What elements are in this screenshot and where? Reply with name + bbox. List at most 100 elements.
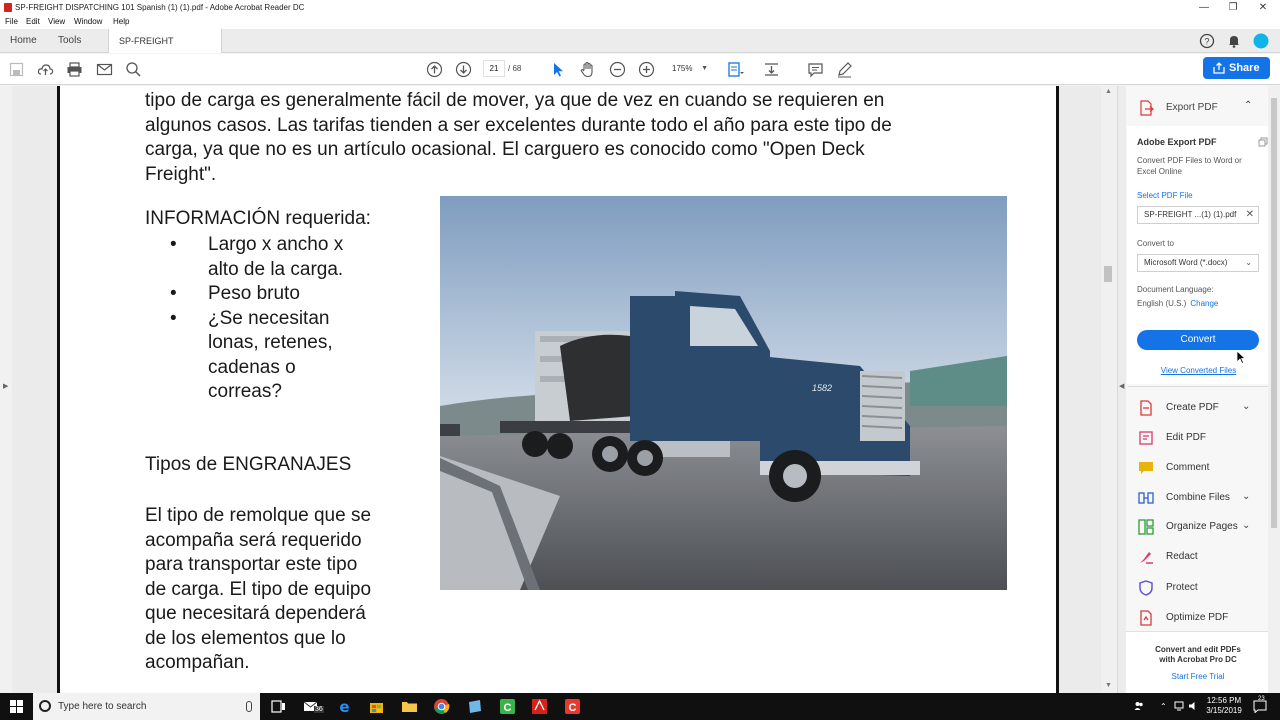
- show-hidden-icons-icon[interactable]: ⌃: [1160, 693, 1167, 720]
- tab-document[interactable]: SP-FREIGHT DISPA...×: [108, 29, 222, 70]
- document-viewport[interactable]: ▶ tipo de carga es generalmente fácil de…: [0, 86, 1117, 693]
- tab-tools[interactable]: Tools: [48, 29, 91, 53]
- scrollbar-thumb[interactable]: [1104, 266, 1112, 282]
- scroll-up-icon[interactable]: ▲: [1105, 88, 1112, 95]
- bullet-item: • ¿Se necesitan lonas, retenes, cadenas …: [170, 307, 390, 405]
- find-search-icon[interactable]: [125, 61, 142, 78]
- minimize-button[interactable]: —: [1189, 0, 1219, 15]
- zoom-in-icon[interactable]: [638, 61, 655, 78]
- redact-icon: [1140, 552, 1153, 564]
- save-icon[interactable]: [8, 61, 25, 78]
- network-icon[interactable]: [1174, 701, 1184, 711]
- menu-view[interactable]: View: [48, 15, 65, 29]
- windows-start-icon[interactable]: [10, 700, 23, 713]
- scrollbar-thumb[interactable]: [1271, 98, 1277, 528]
- menu-edit[interactable]: Edit: [26, 15, 40, 29]
- gear-types-paragraph: El tipo de remolque que se acompaña será…: [145, 504, 415, 676]
- next-page-icon[interactable]: [455, 61, 472, 78]
- tool-protect[interactable]: Protect: [1138, 578, 1258, 598]
- start-free-trial-link[interactable]: Start Free Trial: [1126, 672, 1270, 681]
- help-icon[interactable]: ?: [1199, 33, 1215, 49]
- page-number-input[interactable]: 21: [483, 60, 505, 77]
- right-pane-toggle[interactable]: ◀: [1117, 86, 1126, 693]
- mail-badge: 36: [314, 706, 324, 713]
- zoom-out-icon[interactable]: [609, 61, 626, 78]
- convert-format-select[interactable]: Microsoft Word (*.docx) ⌄: [1137, 254, 1259, 272]
- copy-icon[interactable]: [1258, 137, 1268, 147]
- chevron-up-icon[interactable]: ⌃: [1244, 100, 1252, 111]
- flatbed-truck-photo: 1582: [440, 196, 1007, 590]
- comment-icon[interactable]: [807, 61, 824, 78]
- menu-help[interactable]: Help: [113, 15, 129, 29]
- user-avatar-icon[interactable]: [1253, 33, 1269, 49]
- acrobat-pro-promo: Convert and edit PDFs with Acrobat Pro D…: [1126, 631, 1270, 693]
- expand-left-pane-icon[interactable]: ▶: [3, 382, 8, 390]
- edge-browser-icon[interactable]: e: [336, 698, 353, 715]
- maximize-button[interactable]: ❐: [1218, 0, 1248, 15]
- hand-tool-icon[interactable]: [579, 61, 596, 78]
- share-button[interactable]: Share: [1203, 57, 1270, 79]
- page-view-icon[interactable]: [727, 61, 744, 78]
- email-icon[interactable]: [96, 61, 113, 78]
- taskbar-search-input[interactable]: Type here to search: [33, 693, 260, 720]
- tool-edit-pdf[interactable]: Edit PDF: [1138, 428, 1258, 448]
- system-clock[interactable]: 12:56 PM 3/15/2019: [1200, 696, 1248, 716]
- tool-create-pdf[interactable]: Create PDF ⌄: [1138, 398, 1258, 418]
- tool-label: Comment: [1166, 462, 1210, 473]
- movie-maker-icon[interactable]: [466, 698, 483, 715]
- chevron-down-icon[interactable]: ⌄: [1242, 491, 1250, 502]
- document-scrollbar[interactable]: ▲ ▼: [1101, 86, 1117, 693]
- highlight-pen-icon[interactable]: [836, 61, 853, 78]
- tool-label: Redact: [1166, 551, 1198, 562]
- people-icon[interactable]: [1134, 701, 1144, 711]
- view-converted-files-link[interactable]: View Converted Files: [1127, 366, 1270, 375]
- svg-text:e: e: [339, 698, 349, 715]
- left-nav-pane[interactable]: ▶: [0, 86, 12, 693]
- tab-home[interactable]: Home: [0, 29, 47, 53]
- clear-file-icon[interactable]: ✕: [1246, 207, 1254, 223]
- info-required-heading: INFORMACIÓN requerida:: [145, 208, 371, 229]
- acrobat-reader-icon[interactable]: [531, 698, 548, 715]
- close-window-button[interactable]: ✕: [1248, 0, 1278, 15]
- change-language-link[interactable]: Change: [1190, 299, 1218, 308]
- upload-cloud-icon[interactable]: [37, 61, 54, 78]
- tools-pane-scrollbar[interactable]: [1268, 86, 1280, 693]
- paragraph-line: de carga. El tipo de equipo: [145, 578, 372, 600]
- convert-button[interactable]: Convert: [1137, 330, 1259, 350]
- scroll-down-icon[interactable]: ▼: [1105, 682, 1112, 689]
- bullet-line: correas?: [208, 381, 282, 402]
- task-view-icon[interactable]: [270, 698, 287, 715]
- select-pdf-file-label[interactable]: Select PDF File: [1137, 191, 1193, 200]
- tool-label: Combine Files: [1166, 492, 1230, 503]
- tool-combine-files[interactable]: Combine Files ⌄: [1138, 488, 1258, 508]
- chevron-down-icon[interactable]: ⌄: [1242, 520, 1250, 531]
- collapse-right-pane-icon[interactable]: ◀: [1119, 382, 1124, 390]
- notifications-bell-icon[interactable]: [1226, 33, 1242, 49]
- store-icon[interactable]: [368, 698, 385, 715]
- microphone-icon[interactable]: [246, 701, 252, 712]
- comment-tool-icon: [1139, 462, 1153, 474]
- bullet-item: • Largo x ancho x alto de la carga.: [170, 233, 390, 282]
- previous-page-icon[interactable]: [426, 61, 443, 78]
- menu-file[interactable]: File: [5, 15, 18, 29]
- bullet-dot: •: [170, 283, 177, 304]
- menu-window[interactable]: Window: [74, 15, 102, 29]
- camtasia-icon[interactable]: C: [499, 698, 516, 715]
- scroll-mode-icon[interactable]: [763, 61, 780, 78]
- tool-comment[interactable]: Comment: [1138, 458, 1258, 478]
- volume-icon[interactable]: [1188, 701, 1198, 711]
- camtasia-recorder-icon[interactable]: C: [564, 698, 581, 715]
- chevron-down-icon[interactable]: ⌄: [1242, 401, 1250, 412]
- select-cursor-icon[interactable]: [550, 61, 567, 78]
- chrome-icon[interactable]: [433, 698, 450, 715]
- mouse-pointer-icon: [1236, 350, 1246, 364]
- tool-organize-pages[interactable]: Organize Pages ⌄: [1138, 517, 1258, 537]
- print-icon[interactable]: [66, 61, 83, 78]
- tool-optimize-pdf[interactable]: Optimize PDF: [1138, 608, 1258, 628]
- file-explorer-icon[interactable]: [401, 698, 418, 715]
- tool-redact[interactable]: Redact: [1138, 547, 1258, 567]
- export-pdf-icon: [1140, 100, 1154, 116]
- selected-file-field[interactable]: SP-FREIGHT ...(1) (1).pdf ✕: [1137, 206, 1259, 224]
- promo-line: with Acrobat Pro DC: [1159, 655, 1237, 664]
- zoom-select[interactable]: 175% ▼: [664, 60, 714, 77]
